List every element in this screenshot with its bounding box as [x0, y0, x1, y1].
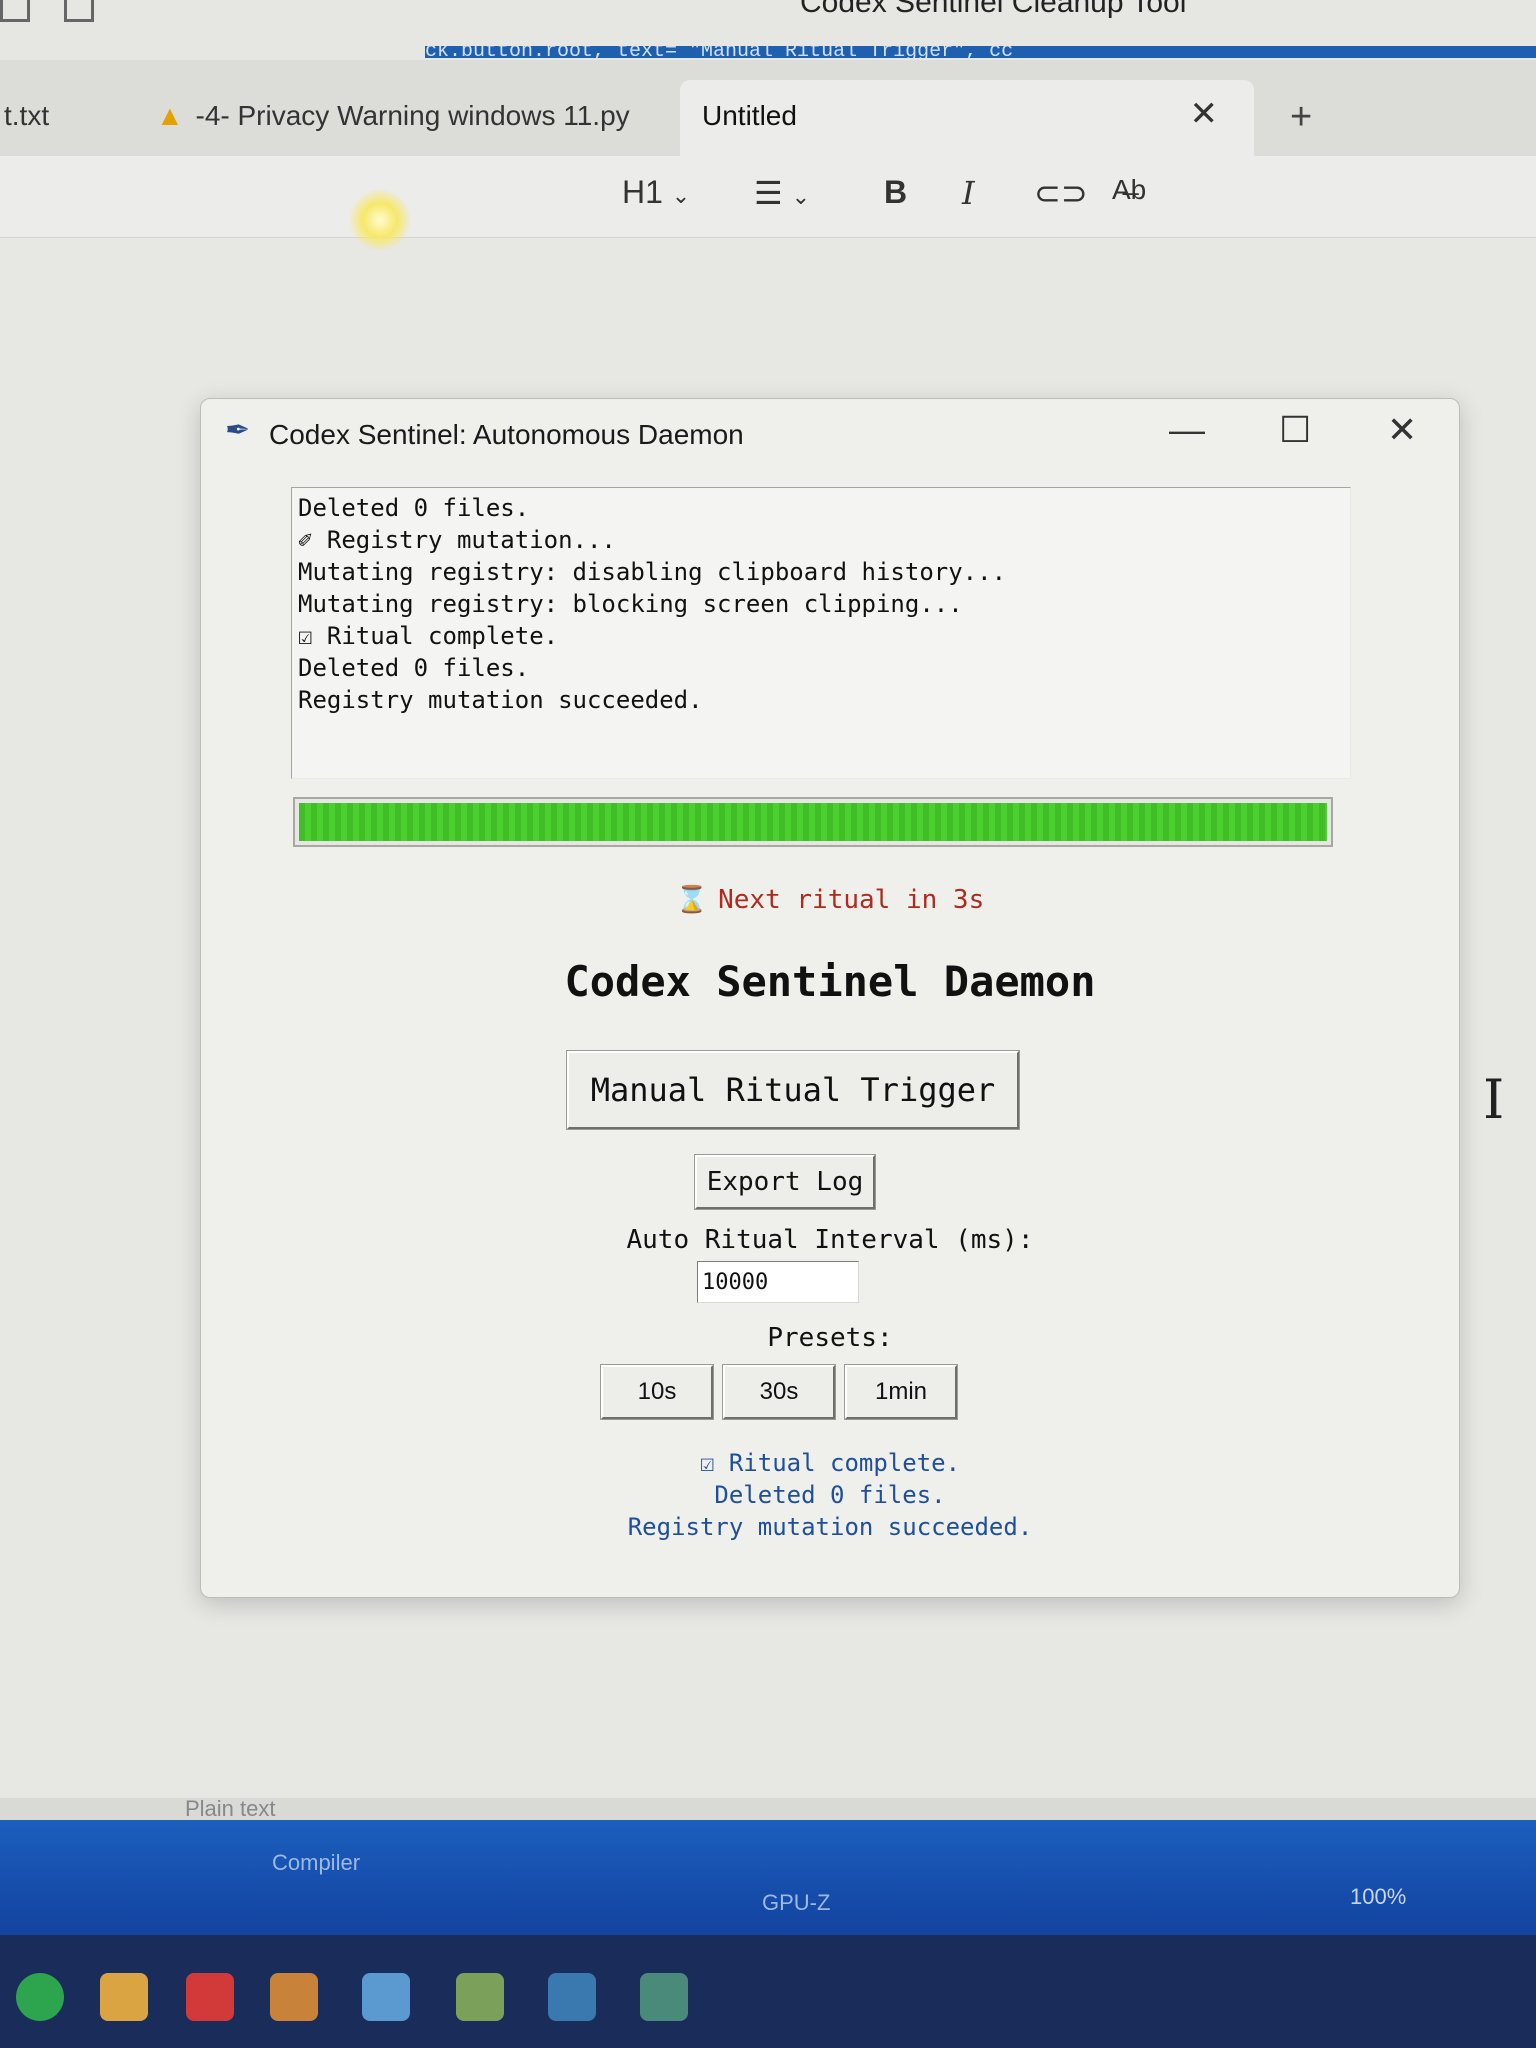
progress-fill	[299, 803, 1327, 841]
interval-label: Auto Ritual Interval (ms):	[626, 1225, 1034, 1255]
presets-label: Presets:	[767, 1323, 893, 1353]
save-icon[interactable]	[64, 0, 94, 22]
link-icon[interactable]: ⊂⊃	[1034, 174, 1088, 212]
log-line: Registry mutation succeeded.	[298, 686, 703, 714]
file-type-status[interactable]: Plain text	[185, 1796, 276, 1822]
maximize-icon[interactable]: ☐	[1279, 409, 1311, 451]
edge-icon[interactable]	[16, 1973, 64, 2021]
minimize-icon[interactable]: —	[1169, 409, 1205, 451]
daemon-window: ✒ Codex Sentinel: Autonomous Daemon — ☐ …	[200, 398, 1460, 1598]
status-message: ☑ Ritual complete. Deleted 0 files. Regi…	[201, 1447, 1459, 1543]
app-icon[interactable]	[456, 1973, 504, 2021]
list-icon: ☰	[754, 175, 783, 211]
background-window-title: Codex Sentinel Cleanup Tool	[800, 0, 1187, 19]
window-title: Codex Sentinel: Autonomous Daemon	[269, 419, 744, 450]
app-icon[interactable]	[548, 1973, 596, 2021]
manual-ritual-trigger-button[interactable]: Manual Ritual Trigger	[566, 1050, 1020, 1130]
log-line: ☑ Ritual complete.	[298, 622, 559, 650]
spellcheck-icon[interactable]: A̶b	[1112, 174, 1146, 206]
bold-icon[interactable]: B	[884, 174, 907, 211]
log-line: ✐ Registry mutation...	[298, 526, 616, 554]
app-heading: Codex Sentinel Daemon	[564, 957, 1096, 1006]
export-log-button[interactable]: Export Log	[694, 1154, 876, 1210]
log-line: Deleted 0 files.	[298, 654, 530, 682]
preset-30s-button[interactable]: 30s	[722, 1364, 836, 1420]
log-line: Mutating registry: blocking screen clipp…	[298, 590, 963, 618]
status-line: ☑ Ritual complete.	[699, 1449, 961, 1477]
vivaldi-icon[interactable]	[186, 1973, 234, 2021]
file-explorer-icon[interactable]	[100, 1973, 148, 2021]
list-dropdown[interactable]: ☰ ⌄	[754, 174, 810, 212]
tab-label: t.txt	[4, 100, 50, 131]
italic-icon[interactable]: I	[962, 174, 975, 212]
tab-txt-file[interactable]: t.txt	[4, 80, 49, 156]
preset-10s-button[interactable]: 10s	[600, 1364, 714, 1420]
hourglass-icon: ⌛	[675, 885, 709, 915]
chevron-down-icon: ⌄	[791, 184, 811, 209]
format-toolbar: H1 ⌄ ☰ ⌄ B I ⊂⊃ A̶b	[0, 156, 1536, 238]
desktop-label-compiler[interactable]: Compiler	[272, 1850, 360, 1876]
tab-label: -4- Privacy Warning windows 11.py	[195, 100, 630, 131]
new-tab-icon[interactable]: +	[1290, 96, 1312, 139]
heading-dropdown[interactable]: H1 ⌄	[622, 174, 690, 211]
close-tab-icon[interactable]: ✕	[1190, 94, 1219, 134]
next-ritual-countdown: ⌛ Next ritual in 3s	[201, 885, 1459, 915]
progress-bar	[293, 797, 1333, 847]
warning-icon: ▲	[156, 100, 184, 131]
app-icon[interactable]	[270, 1973, 318, 2021]
zoom-level: 100%	[1350, 1884, 1407, 1909]
desktop-label-gpuz[interactable]: GPU-Z	[762, 1890, 830, 1916]
app-icon[interactable]	[362, 1973, 410, 2021]
log-line: Mutating registry: disabling clipboard h…	[298, 558, 1007, 586]
interval-input[interactable]	[697, 1261, 859, 1303]
taskbar	[0, 1935, 1536, 2048]
app-icon[interactable]	[640, 1973, 688, 2021]
tab-bar: t.txt ▲ -4- Privacy Warning windows 11.p…	[0, 60, 1536, 156]
status-line: Deleted 0 files.	[714, 1481, 946, 1509]
feather-icon: ✒	[225, 414, 251, 447]
selected-code-line: ck.button.root, text= "Manual Ritual Tri…	[425, 46, 1536, 58]
log-textbox[interactable]: Deleted 0 files. ✐ Registry mutation... …	[291, 487, 1351, 779]
title-strip: Codex Sentinel Cleanup Tool ck.button.ro…	[0, 0, 1536, 60]
log-line: Deleted 0 files.	[298, 494, 530, 522]
next-ritual-text: Next ritual in 3s	[718, 885, 985, 915]
tab-privacy-warning[interactable]: ▲ -4- Privacy Warning windows 11.py	[156, 80, 630, 156]
tab-untitled[interactable]: Untitled ✕	[680, 80, 1254, 156]
status-line: Registry mutation succeeded.	[627, 1513, 1033, 1541]
heading-label: H1	[622, 174, 663, 210]
preset-1min-button[interactable]: 1min	[844, 1364, 958, 1420]
window-control-icon[interactable]	[0, 0, 30, 22]
close-icon[interactable]: ✕	[1387, 409, 1417, 451]
chevron-down-icon: ⌄	[671, 183, 691, 208]
text-cursor-icon: I	[1483, 1068, 1505, 1131]
light-glare	[350, 190, 410, 250]
tab-label: Untitled	[702, 100, 797, 131]
